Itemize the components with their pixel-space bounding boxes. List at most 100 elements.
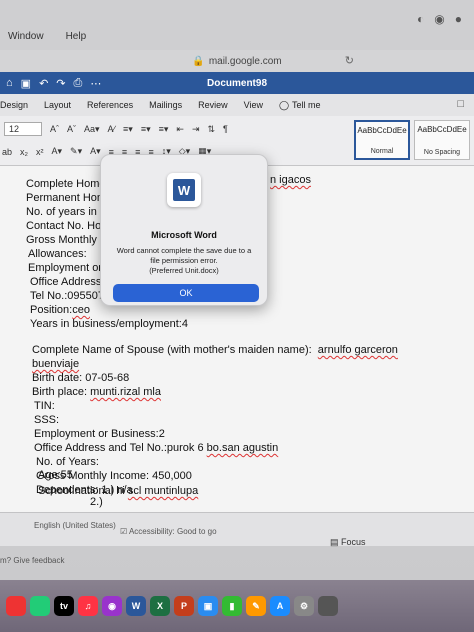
doc-line: Complete Home: [26, 178, 106, 190]
record-icon[interactable]: ◉: [434, 12, 444, 26]
style-normal[interactable]: AaBbCcDdEe Normal: [354, 120, 410, 160]
dialog-file-name: (Preferred Unit.docx): [149, 265, 219, 275]
doc-line: Complete Name of Spouse (with mother's m…: [32, 344, 398, 356]
increase-indent-icon[interactable]: ⇥: [192, 124, 200, 135]
url-text[interactable]: mail.google.com: [209, 56, 282, 67]
spouse-label: Complete Name of Spouse (with mother's m…: [32, 344, 312, 356]
word-app-icon[interactable]: W: [126, 596, 146, 616]
podcasts-app-icon[interactable]: ◉: [102, 596, 122, 616]
office-label: Office Address and Tel No.:purok 6: [34, 442, 204, 454]
lightbulb-icon: ◯: [278, 99, 290, 110]
school-label: School:national hi: [38, 485, 125, 497]
keynote-app-icon[interactable]: ▣: [198, 596, 218, 616]
messages-app-icon[interactable]: [30, 596, 50, 616]
clear-format-icon[interactable]: A∕: [108, 124, 116, 134]
style-no-spacing[interactable]: AaBbCcDdEe No Spacing: [414, 120, 470, 160]
font-color-icon[interactable]: A▾: [90, 146, 101, 157]
style-name: No Spacing: [423, 149, 461, 156]
status-bar: English (United States) ☑ Accessibility:…: [0, 512, 474, 548]
powerpoint-app-icon[interactable]: P: [174, 596, 194, 616]
birth-place-value: munti.rizal mla: [90, 386, 161, 398]
birth-place-label: Birth place:: [32, 386, 88, 398]
style-name: Normal: [370, 148, 394, 155]
pilcrow-icon[interactable]: ¶: [223, 124, 228, 134]
doc-line: School:national hi scl muntinlupa: [38, 485, 198, 497]
menu-help[interactable]: Help: [66, 31, 87, 42]
focus-button[interactable]: ▤ Focus: [330, 537, 366, 548]
doc-line: Age:55: [38, 469, 73, 481]
screen: Window Help ◐ ◉ ● 🔒 mail.google.com ↻ ⌂ …: [0, 0, 474, 632]
tell-me[interactable]: ◯ Tell me: [279, 100, 321, 111]
doc-line: Years in business/employment:4: [30, 318, 188, 330]
doc-line: Gross Monthly l: [26, 234, 103, 246]
doc-line: buenviaje: [32, 358, 80, 370]
decrease-indent-icon[interactable]: ⇤: [176, 124, 184, 135]
menu-bar: Window Help ◐ ◉ ●: [0, 0, 474, 50]
doc-line: 2.): [90, 496, 103, 508]
numbering-icon[interactable]: ≡▾: [141, 124, 151, 135]
subscript-icon[interactable]: x₂: [20, 147, 28, 157]
style-preview: AaBbCcDdEe: [357, 126, 407, 135]
shrink-font-icon[interactable]: Aˇ: [67, 124, 76, 134]
dialog-message-text: Word cannot complete the save due to a f…: [116, 246, 252, 265]
browser-url-bar[interactable]: 🔒 mail.google.com ↻: [0, 50, 474, 72]
calendar-app-icon[interactable]: [6, 596, 26, 616]
pages-app-icon[interactable]: ✎: [246, 596, 266, 616]
font-size-select[interactable]: 12: [4, 122, 42, 136]
highlight-icon[interactable]: ✎▾: [70, 146, 82, 157]
excel-app-icon[interactable]: X: [150, 596, 170, 616]
bullets-icon[interactable]: ≡▾: [123, 124, 133, 135]
ok-button[interactable]: OK: [113, 284, 259, 302]
tab-mailings[interactable]: Mailings: [149, 100, 182, 110]
accessibility-label: Accessibility: Good to go: [128, 527, 217, 536]
accessibility-status[interactable]: ☑ Accessibility: Good to go: [120, 527, 217, 536]
doc-line: Birth place: munti.rizal mla: [32, 386, 161, 398]
doc-line: Office Address and Tel No.:purok 6 bo.sa…: [34, 442, 278, 454]
change-case-icon[interactable]: Aa▾: [84, 124, 100, 135]
control-center-icon[interactable]: ◐: [417, 12, 424, 26]
siri-icon[interactable]: ●: [455, 12, 462, 26]
tab-layout[interactable]: Layout: [44, 100, 71, 110]
position-value: ceo: [72, 304, 90, 316]
dialog-message: Word cannot complete the save due to a f…: [113, 246, 255, 275]
dialog-title: Microsoft Word: [151, 230, 217, 240]
dock: tv ♫ ◉ W X P ▣ ▮ ✎ A ⚙: [0, 580, 474, 632]
position-label: Position:: [30, 304, 73, 316]
grow-font-icon[interactable]: Aˆ: [50, 124, 59, 134]
strikethrough-icon[interactable]: ab: [2, 147, 12, 157]
settings-app-icon[interactable]: ⚙: [294, 596, 314, 616]
numbers-app-icon[interactable]: ▮: [222, 596, 242, 616]
tell-me-label: Tell me: [292, 100, 321, 110]
menu-window[interactable]: Window: [8, 31, 44, 42]
comment-icon[interactable]: □: [457, 98, 464, 110]
doc-line: Employment or: [28, 262, 102, 274]
doc-line: Office Address:: [30, 276, 105, 288]
doc-line: Allowances:: [28, 248, 87, 260]
text-effects-icon[interactable]: A▾: [52, 146, 63, 157]
style-preview: AaBbCcDdEe: [417, 125, 467, 134]
superscript-icon[interactable]: x²: [36, 147, 44, 157]
feedback-text[interactable]: m? Give feedback: [0, 556, 64, 565]
focus-label: Focus: [341, 537, 366, 547]
tab-references[interactable]: References: [87, 100, 133, 110]
focus-icon: ▤: [330, 537, 339, 547]
accessibility-icon: ☑: [120, 527, 128, 536]
tab-view[interactable]: View: [244, 100, 263, 110]
tab-design[interactable]: Design: [0, 100, 28, 110]
lock-icon: 🔒: [192, 55, 205, 67]
doc-line: Position:ceo: [30, 304, 90, 316]
doc-line: Contact No. Ho: [26, 220, 102, 232]
multilevel-icon[interactable]: ≡▾: [159, 124, 169, 135]
dock-app-icon[interactable]: [318, 596, 338, 616]
save-error-dialog: W Microsoft Word Word cannot complete th…: [100, 154, 268, 306]
apple-tv-app-icon[interactable]: tv: [54, 596, 74, 616]
music-app-icon[interactable]: ♫: [78, 596, 98, 616]
doc-line: Permanent Hon: [26, 192, 104, 204]
language-status[interactable]: English (United States): [34, 521, 116, 530]
doc-line: No. of years in l: [26, 206, 103, 218]
tab-review[interactable]: Review: [198, 100, 228, 110]
sort-icon[interactable]: ⇅: [207, 124, 215, 135]
reload-icon[interactable]: ↻: [345, 54, 354, 67]
spouse-name: arnulfo garceron: [317, 344, 398, 356]
app-store-icon[interactable]: A: [270, 596, 290, 616]
